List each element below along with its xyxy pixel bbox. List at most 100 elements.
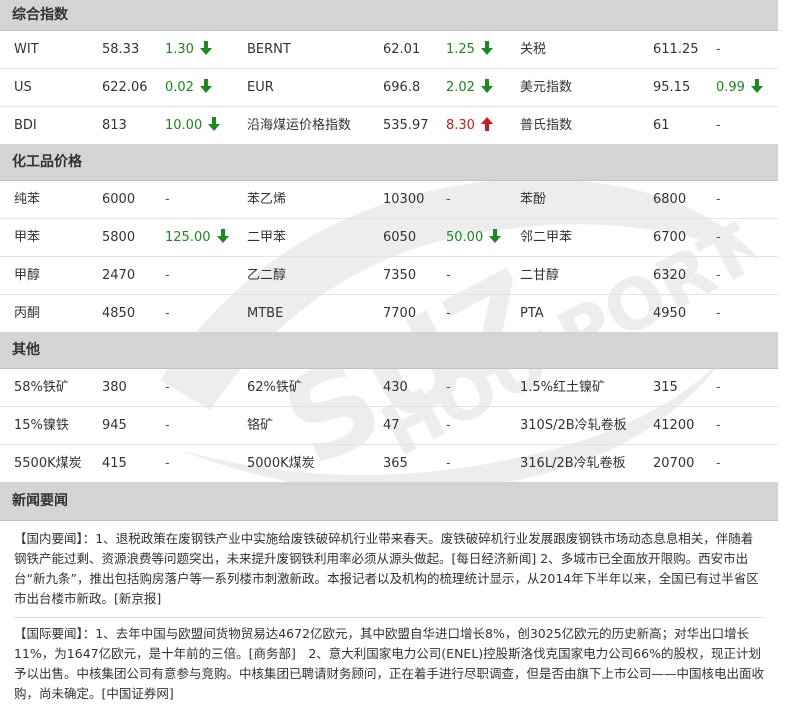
item-change: - <box>716 219 721 256</box>
item-change-value: - <box>165 418 170 433</box>
item-change: - <box>165 257 170 294</box>
item-name: 普氏指数 <box>520 118 573 133</box>
item-name: 甲醇 <box>14 268 41 283</box>
item-value: 95.15 <box>653 80 691 95</box>
item-change-value: 0.02 <box>165 80 194 95</box>
item-change-value: - <box>165 456 170 471</box>
item-name: 美元指数 <box>520 80 573 95</box>
item-change: - <box>446 181 451 218</box>
table-row: 丙酮 4850 - MTBE 7700 - PTA 4950 - <box>0 295 778 332</box>
item-value: 62.01 <box>383 42 421 57</box>
table-row: 15%镍铁 945 - 铬矿 47 - 310S/2B冷轧卷板 41200 - <box>0 407 778 445</box>
item-change-value: - <box>716 42 721 57</box>
arrow-down-icon <box>480 41 493 55</box>
item-value: 6700 <box>653 230 687 245</box>
item-change: 50.00 <box>446 219 502 256</box>
arrow-down-icon <box>199 79 212 93</box>
item-change: 1.30 <box>165 31 212 68</box>
item-change: 125.00 <box>165 219 229 256</box>
item-change-value: 1.25 <box>446 42 475 57</box>
item-name: 甲苯 <box>14 230 41 245</box>
item-value: 41200 <box>653 418 695 433</box>
table-row: 甲醇 2470 - 乙二醇 7350 - 二甘醇 6320 - <box>0 257 778 295</box>
item-name: 5000K煤炭 <box>247 456 315 471</box>
item-value: 58.33 <box>102 42 140 57</box>
item-value: 535.97 <box>383 118 429 133</box>
item-change: 10.00 <box>165 107 221 144</box>
item-value: 415 <box>102 456 127 471</box>
item-change-value: 1.30 <box>165 42 194 57</box>
item-change-value: 10.00 <box>165 118 203 133</box>
item-name: WIT <box>14 42 39 57</box>
composite-index-table: WIT 58.33 1.30 BERNT 62.01 1.25 关税 611.25 - US 622… <box>0 31 778 144</box>
item-change-value: - <box>165 306 170 321</box>
table-row: 5500K煤炭 415 - 5000K煤炭 365 - 316L/2B冷轧卷板 20700 - <box>0 445 778 482</box>
item-change-value: - <box>446 380 451 395</box>
arrow-down-icon <box>208 117 221 131</box>
arrow-down-icon <box>480 79 493 93</box>
item-change-value: 0.99 <box>716 80 745 95</box>
item-change-value: - <box>716 268 721 283</box>
arrow-down-icon <box>216 229 229 243</box>
item-change: - <box>446 369 451 406</box>
item-name: 58%铁矿 <box>14 380 69 395</box>
item-name: 二甲苯 <box>247 230 287 245</box>
item-name: 苯乙烯 <box>247 192 287 207</box>
item-change: 1.25 <box>446 31 493 68</box>
item-value: 6320 <box>653 268 687 283</box>
item-change-value: - <box>716 118 721 133</box>
item-change: - <box>165 407 170 444</box>
item-name: 310S/2B冷轧卷板 <box>520 418 627 433</box>
item-change-value: 2.02 <box>446 80 475 95</box>
section-title-news: 新闻要闻 <box>0 482 778 521</box>
item-change: - <box>716 181 721 218</box>
item-name: BDI <box>14 118 37 133</box>
item-value: 61 <box>653 118 670 133</box>
item-change-value: - <box>716 418 721 433</box>
table-row: 纯苯 6000 - 苯乙烯 10300 - 苯酚 6800 - <box>0 181 778 219</box>
item-change-value: - <box>716 306 721 321</box>
item-name: 1.5%红土镍矿 <box>520 380 606 395</box>
item-change-value: - <box>446 306 451 321</box>
item-change: 8.30 <box>446 107 493 144</box>
table-row: WIT 58.33 1.30 BERNT 62.01 1.25 关税 611.25 - <box>0 31 778 69</box>
item-change-value: - <box>446 456 451 471</box>
item-name: 15%镍铁 <box>14 418 69 433</box>
item-change: 0.99 <box>716 69 763 106</box>
item-change: - <box>716 107 721 144</box>
item-name: PTA <box>520 306 544 321</box>
item-name: 62%铁矿 <box>247 380 302 395</box>
item-value: 47 <box>383 418 400 433</box>
item-change-value: - <box>165 268 170 283</box>
item-value: 6000 <box>102 192 136 207</box>
item-value: 813 <box>102 118 127 133</box>
item-name: 沿海煤运价格指数 <box>247 118 352 133</box>
item-change: - <box>446 445 451 482</box>
item-change-value: - <box>716 380 721 395</box>
item-name: 丙酮 <box>14 306 41 321</box>
item-name: US <box>14 80 32 95</box>
item-value: 365 <box>383 456 408 471</box>
item-name: MTBE <box>247 306 284 321</box>
arrow-down-icon <box>750 79 763 93</box>
item-value: 430 <box>383 380 408 395</box>
item-change-value: - <box>716 230 721 245</box>
item-value: 945 <box>102 418 127 433</box>
item-value: 7700 <box>383 306 417 321</box>
item-name: 316L/2B冷轧卷板 <box>520 456 626 471</box>
item-change-value: - <box>446 268 451 283</box>
item-value: 6800 <box>653 192 687 207</box>
item-change-value: - <box>446 192 451 207</box>
item-change: 0.02 <box>165 69 212 106</box>
table-row: 甲苯 5800 125.00 二甲苯 6050 50.00 邻二甲苯 6700 - <box>0 219 778 257</box>
item-value: 6050 <box>383 230 417 245</box>
item-change-value: - <box>716 192 721 207</box>
item-value: 20700 <box>653 456 695 471</box>
item-change-value: - <box>165 380 170 395</box>
item-value: 2470 <box>102 268 136 283</box>
item-change: - <box>446 295 451 332</box>
section-title-composite: 综合指数 <box>0 0 778 31</box>
other-price-table: 58%铁矿 380 - 62%铁矿 430 - 1.5%红土镍矿 315 - 15%镍铁 945 - 铬… <box>0 369 778 482</box>
item-name: BERNT <box>247 42 291 57</box>
arrow-down-icon <box>489 229 502 243</box>
